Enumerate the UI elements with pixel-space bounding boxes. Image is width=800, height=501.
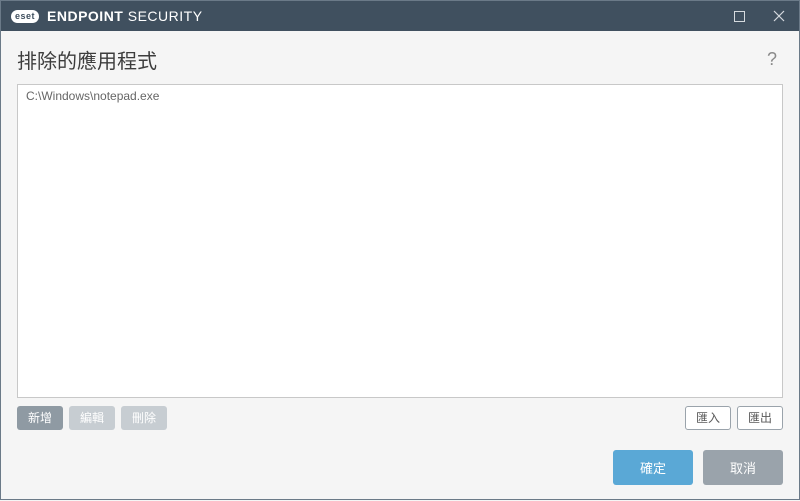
import-button[interactable]: 匯入 xyxy=(685,406,731,430)
list-item[interactable]: C:\Windows\notepad.exe xyxy=(18,85,782,107)
maximize-icon xyxy=(734,11,745,22)
heading-row: 排除的應用程式 ? xyxy=(17,45,783,74)
brand-text: ENDPOINT SECURITY xyxy=(47,8,203,24)
edit-button: 編輯 xyxy=(69,406,115,430)
add-button[interactable]: 新增 xyxy=(17,406,63,430)
export-button[interactable]: 匯出 xyxy=(737,406,783,430)
brand-text-bold: ENDPOINT xyxy=(47,8,123,24)
help-icon: ? xyxy=(767,49,777,70)
brand-badge: eset xyxy=(11,10,39,23)
content: 排除的應用程式 ? C:\Windows\notepad.exe 新增 編輯 刪… xyxy=(1,31,799,501)
brand-text-light: SECURITY xyxy=(128,8,203,24)
maximize-button[interactable] xyxy=(719,1,759,31)
close-button[interactable] xyxy=(759,1,799,31)
cancel-button[interactable]: 取消 xyxy=(703,450,783,485)
titlebar: eset ENDPOINT SECURITY xyxy=(1,1,799,31)
delete-button: 刪除 xyxy=(121,406,167,430)
list-toolbar: 新增 編輯 刪除 匯入 匯出 xyxy=(17,406,783,430)
ok-button[interactable]: 確定 xyxy=(613,450,693,485)
help-button[interactable]: ? xyxy=(761,49,783,71)
footer: 確定 取消 xyxy=(17,430,783,501)
brand: eset ENDPOINT SECURITY xyxy=(11,8,203,24)
list-item-path: C:\Windows\notepad.exe xyxy=(26,89,159,103)
window-controls xyxy=(719,1,799,31)
page-title: 排除的應用程式 xyxy=(17,45,157,74)
excluded-apps-list[interactable]: C:\Windows\notepad.exe xyxy=(17,84,783,398)
close-icon xyxy=(773,10,785,22)
